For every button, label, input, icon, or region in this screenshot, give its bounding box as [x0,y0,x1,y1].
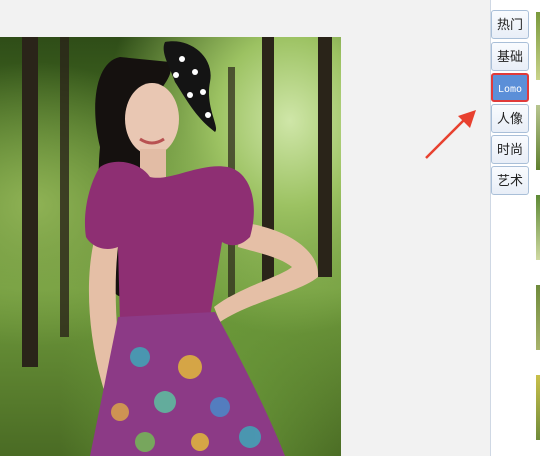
photo-preview[interactable] [0,37,341,456]
filter-category-panel: 热门 基础 Lomo 人像 时尚 艺术 [491,0,540,456]
tab-basic[interactable]: 基础 [491,42,529,71]
tab-art[interactable]: 艺术 [491,166,529,195]
tab-hot[interactable]: 热门 [491,10,529,39]
filter-thumbnail-strip [536,0,540,456]
filter-thumbnail[interactable] [536,375,540,440]
filter-thumbnail[interactable] [536,105,540,170]
tab-portrait[interactable]: 人像 [491,104,529,133]
editor-canvas [0,0,490,456]
portrait-figure [84,41,319,456]
tab-fashion[interactable]: 时尚 [491,135,529,164]
filter-thumbnail[interactable] [536,12,540,80]
filter-thumbnail[interactable] [536,285,540,350]
tab-lomo[interactable]: Lomo [491,73,529,102]
filter-thumbnail[interactable] [536,195,540,260]
